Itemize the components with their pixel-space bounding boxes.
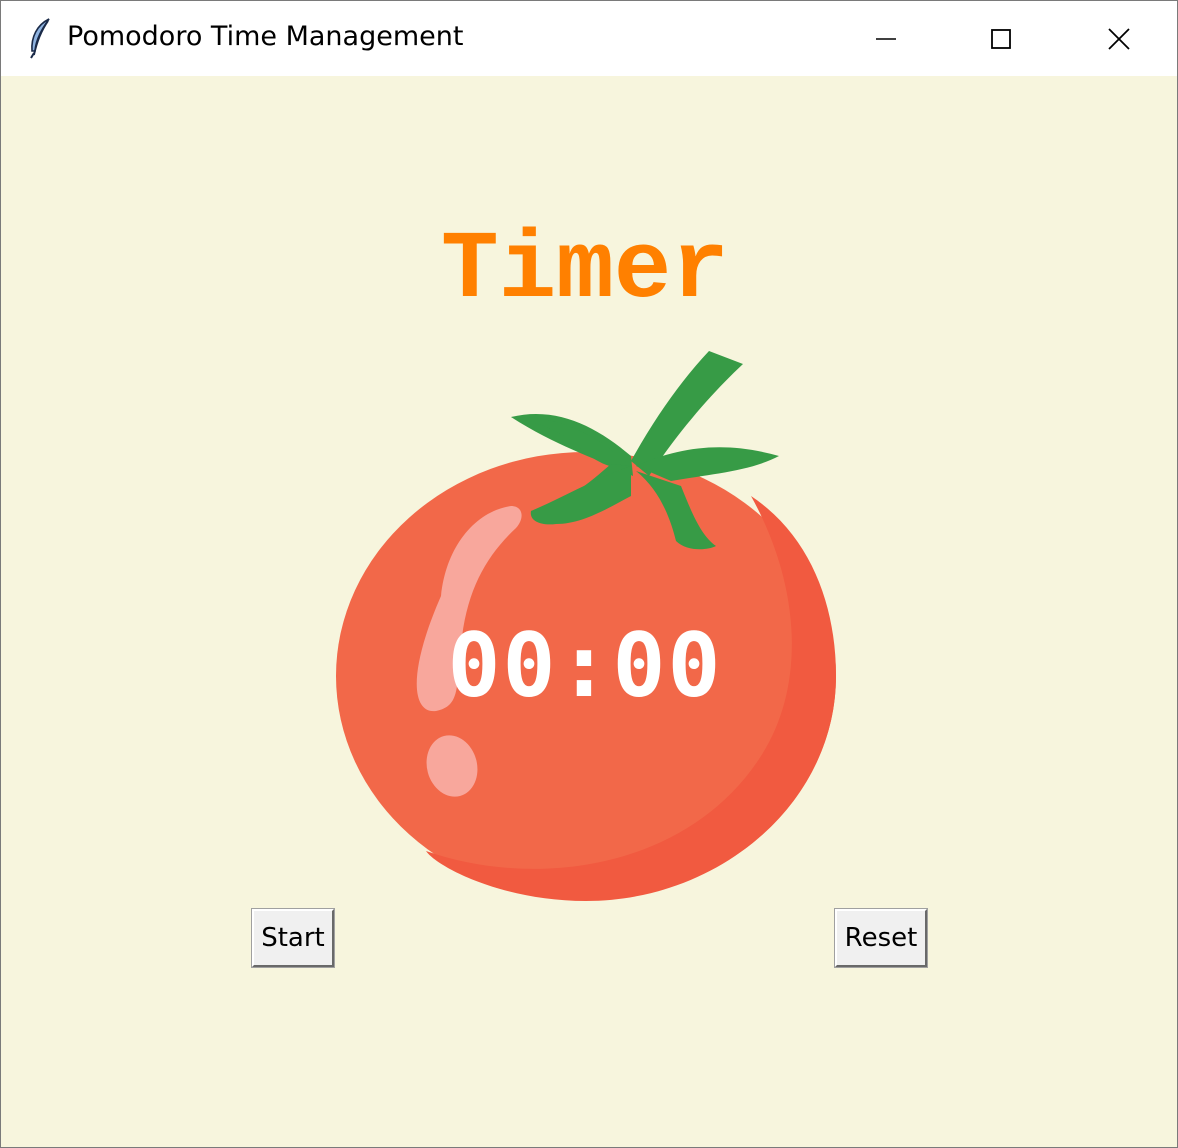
minimize-icon [876, 29, 896, 49]
title-bar[interactable]: Pomodoro Time Management [1, 1, 1177, 76]
app-window: Pomodoro Time Management Timer 00:00 Sta… [0, 0, 1178, 1148]
feather-icon [27, 17, 53, 59]
reset-button[interactable]: Reset [834, 908, 928, 968]
minimize-button[interactable] [828, 1, 944, 76]
window-title: Pomodoro Time Management [67, 21, 464, 52]
close-icon [1108, 27, 1130, 50]
countdown-display: 00:00 [447, 614, 723, 717]
timer-heading: Timer [440, 216, 730, 325]
start-button[interactable]: Start [251, 908, 335, 968]
maximize-button[interactable] [943, 1, 1059, 76]
close-button[interactable] [1061, 1, 1177, 76]
main-canvas: Timer 00:00 Start Reset [1, 76, 1177, 1147]
maximize-icon [991, 28, 1011, 49]
